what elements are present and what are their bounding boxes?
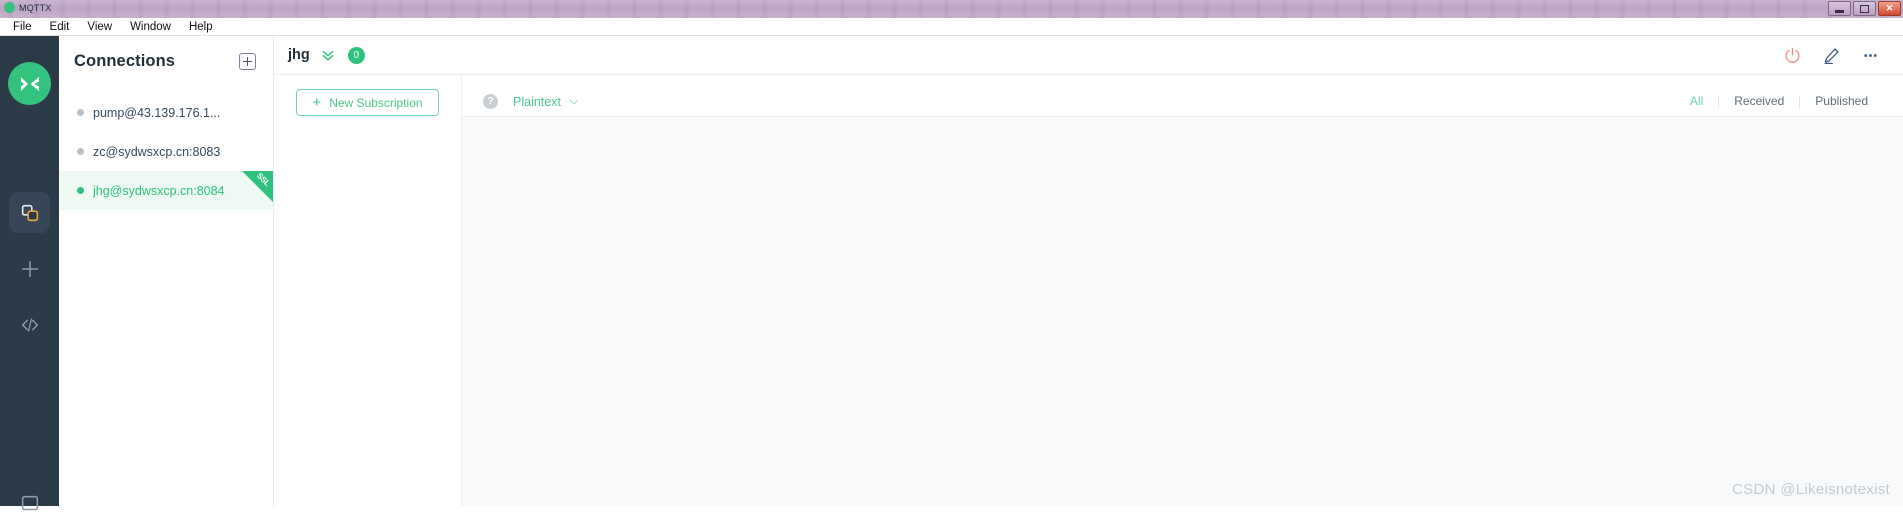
- status-dot-offline-icon: [77, 148, 84, 155]
- plus-icon: +: [312, 94, 322, 111]
- status-dot-online-icon: [77, 187, 84, 194]
- more-options-button[interactable]: [1861, 46, 1880, 65]
- maximize-button[interactable]: [1853, 1, 1876, 16]
- chevron-down-icon: [569, 99, 578, 104]
- left-icon-rail: [0, 36, 59, 511]
- new-connection-icon: [21, 260, 38, 277]
- expand-chevrons-button[interactable]: [320, 47, 336, 63]
- connections-header: Connections: [59, 36, 273, 71]
- maximize-icon: [1860, 4, 1869, 13]
- main-panel: jhg 0 + New Subscription ? Plaintext All…: [274, 36, 1903, 506]
- message-filter-tabs: All Received Published: [1675, 95, 1883, 108]
- connection-list-item-2[interactable]: zc@sydwsxcp.cn:8083: [59, 132, 273, 171]
- sidebar-item-connections[interactable]: [9, 192, 50, 233]
- tab-published[interactable]: Published: [1800, 95, 1883, 108]
- mqttx-logo: [8, 62, 51, 105]
- connections-icon: [21, 204, 38, 221]
- message-count-badge: 0: [347, 46, 365, 64]
- os-window-title: MQTTX: [19, 2, 52, 13]
- connections-sidebar: Connections pump@43.139.176.1... zc@sydw…: [59, 36, 274, 506]
- menu-item-edit[interactable]: Edit: [41, 20, 79, 34]
- messages-list-empty: CSDN @Likeisnotexist: [462, 117, 1903, 506]
- menu-item-help[interactable]: Help: [180, 20, 222, 34]
- more-options-icon: [1864, 53, 1877, 57]
- os-title-left: MQTTX: [4, 2, 52, 13]
- os-titlebar: MQTTX ✕: [0, 0, 1903, 18]
- sidebar-item-new-connection[interactable]: [9, 248, 50, 289]
- code-script-icon: [21, 317, 38, 332]
- connection-header: jhg 0: [274, 36, 1903, 75]
- add-connection-button[interactable]: [239, 53, 256, 70]
- mqttx-logo-glyph: [20, 76, 39, 91]
- connection-list-item-1[interactable]: pump@43.139.176.1...: [59, 93, 273, 132]
- app-logo-icon: [4, 2, 15, 13]
- header-actions: [1783, 46, 1880, 65]
- tab-received[interactable]: Received: [1719, 95, 1799, 108]
- menubar: File Edit View Window Help: [0, 18, 1903, 36]
- minimize-icon: [1835, 10, 1844, 13]
- disconnect-button[interactable]: [1783, 46, 1802, 65]
- chevron-double-down-icon: [322, 50, 334, 61]
- connections-list: pump@43.139.176.1... zc@sydwsxcp.cn:8083…: [59, 93, 273, 210]
- menu-item-file[interactable]: File: [4, 20, 41, 34]
- tab-all[interactable]: All: [1675, 95, 1718, 108]
- minimize-button[interactable]: [1828, 1, 1851, 16]
- connection-list-item-3[interactable]: jhg@sydwsxcp.cn:8084 SSL: [59, 171, 273, 210]
- ssl-corner-badge-icon: [242, 171, 273, 202]
- connection-title: jhg: [288, 47, 310, 63]
- edit-pencil-icon: [1824, 47, 1839, 64]
- new-subscription-button[interactable]: + New Subscription: [296, 89, 439, 116]
- status-dot-offline-icon: [77, 109, 84, 116]
- settings-panel-icon: [21, 495, 38, 511]
- connection-label: zc@sydwsxcp.cn:8083: [93, 144, 221, 159]
- power-icon: [1785, 47, 1800, 63]
- menu-item-view[interactable]: View: [78, 20, 121, 34]
- edit-connection-button[interactable]: [1822, 46, 1841, 65]
- subscriptions-panel: + New Subscription: [274, 75, 462, 506]
- page-title: Connections: [74, 52, 176, 70]
- sidebar-item-script[interactable]: [9, 304, 50, 345]
- connection-label: pump@43.139.176.1...: [93, 105, 221, 120]
- help-icon[interactable]: ?: [483, 94, 498, 109]
- main-body: + New Subscription ? Plaintext All Recei…: [274, 75, 1903, 506]
- payload-format-label: Plaintext: [513, 94, 561, 109]
- sidebar-item-settings[interactable]: [19, 493, 41, 520]
- window-controls[interactable]: ✕: [1828, 1, 1901, 16]
- app-shell: Connections pump@43.139.176.1... zc@sydw…: [0, 36, 1903, 511]
- messages-toolbar: ? Plaintext All Received Published: [462, 87, 1903, 117]
- menu-item-window[interactable]: Window: [121, 20, 180, 34]
- desktop-blur-backdrop: [0, 0, 1903, 18]
- watermark: CSDN @Likeisnotexist: [1732, 481, 1890, 498]
- messages-panel: ? Plaintext All Received Published CSDN …: [462, 75, 1903, 506]
- close-button[interactable]: ✕: [1878, 1, 1901, 16]
- connection-label: jhg@sydwsxcp.cn:8084: [93, 183, 225, 198]
- new-subscription-label: New Subscription: [329, 95, 423, 110]
- payload-format-select[interactable]: Plaintext: [513, 95, 580, 109]
